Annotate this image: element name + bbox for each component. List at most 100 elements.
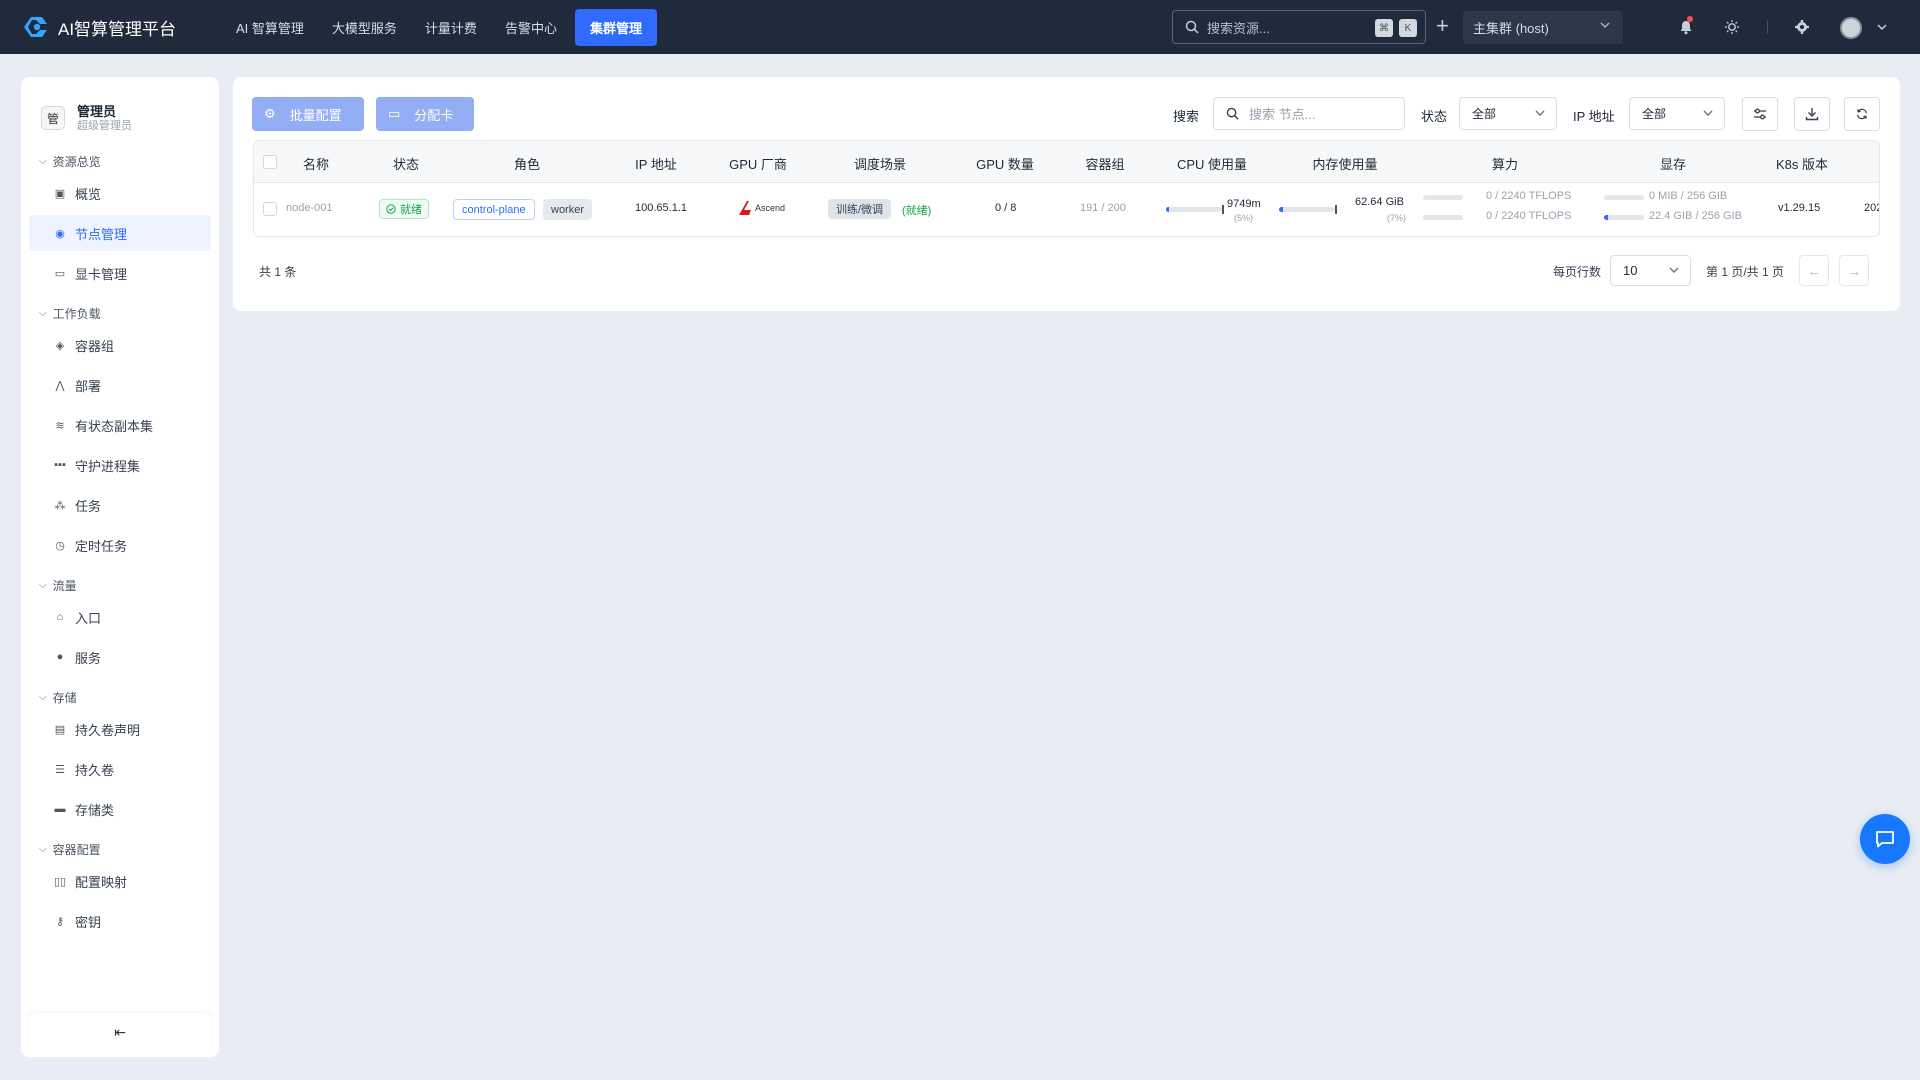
topnav-ai-compute[interactable]: AI 智算管理 [222,10,318,45]
sidebar-item-pv[interactable]: ☰ 持久卷 [29,751,211,787]
select-all-checkbox[interactable] [263,155,277,169]
nav-group-title[interactable]: ⌵ 流量 [21,575,219,595]
col-pods[interactable]: 容器组 [1085,154,1124,173]
arrow-right-icon: → [1847,262,1861,279]
col-memory[interactable]: 内存使用量 [1312,154,1377,173]
sidebar-item-label: 概览 [75,186,102,202]
col-cpu[interactable]: CPU 使用量 [1177,154,1247,173]
sidebar-item-configmaps[interactable]: ▯▯ 配置映射 [29,863,211,899]
sidebar-item-label: 持久卷声明 [75,722,141,738]
created-at: 202 [1864,202,1879,214]
status-filter-select[interactable]: 全部 [1459,97,1557,130]
node-search-input[interactable]: 搜索 节点... [1213,97,1405,130]
col-scene[interactable]: 调度场景 [854,154,906,173]
theme-sun-icon[interactable] [1722,17,1742,37]
table-row[interactable]: node-001 就绪 control-plane worker 100.65.… [254,184,1879,236]
chevron-down-icon [1535,110,1545,116]
brand[interactable]: AI智算管理平台 [20,14,200,40]
sidebar-collapse-button[interactable]: ⇤ [29,1013,211,1051]
divider [1767,20,1768,34]
node-name[interactable]: node-001 [286,202,333,214]
sidebar-item-overview[interactable]: ▣ 概览 [29,175,211,211]
ip-filter-label: IP 地址 [1573,109,1615,124]
memory-usage-bar [1279,207,1335,212]
ip-filter-select[interactable]: 全部 [1629,97,1725,130]
rows-per-page-select[interactable]: 10 [1610,255,1691,286]
sidebar-item-storageclass[interactable]: ▬ 存储类 [29,791,211,827]
col-ip[interactable]: IP 地址 [635,154,677,173]
topnav-llm-service[interactable]: 大模型服务 [318,10,411,45]
sidebar-item-pods[interactable]: ◈ 容器组 [29,327,211,363]
sidebar-item-deployments[interactable]: ⋀ 部署 [29,367,211,403]
pv-icon: ☰ [55,763,65,776]
topnav-cluster-management[interactable]: 集群管理 [574,8,657,46]
nav-group-resources: ⌵ 资源总览 ▣ 概览 ◉ 节点管理 ▭ 显卡管理 [21,151,219,291]
sidebar-item-services[interactable]: ● 服务 [29,639,211,675]
col-status[interactable]: 状态 [393,154,419,173]
sidebar-item-nodes[interactable]: ◉ 节点管理 [29,215,211,251]
sidebar-item-statefulsets[interactable]: ≋ 有状态副本集 [29,407,211,443]
download-button[interactable] [1794,97,1830,131]
sidebar-item-gpus[interactable]: ▭ 显卡管理 [29,255,211,291]
sidebar-item-daemonsets[interactable]: ▪▪▪ 守护进程集 [29,447,211,483]
chat-support-button[interactable] [1860,814,1910,864]
user-card: 管 管理员 超级管理员 [21,77,219,139]
add-icon[interactable]: + [1436,14,1449,38]
vram-bar-1 [1604,195,1644,200]
refresh-icon [1857,108,1867,120]
chevron-down-icon: ⌵ [39,843,47,855]
col-gpu-count[interactable]: GPU 数量 [976,154,1034,173]
col-role[interactable]: 角色 [514,154,540,173]
dashboard-icon: ▣ [54,187,66,200]
col-vram[interactable]: 显存 [1660,154,1686,173]
column-settings-button[interactable] [1742,97,1778,131]
sidebar-item-label: 守护进程集 [75,458,141,474]
notification-bell-icon[interactable] [1676,16,1696,37]
sidebar-item-pvc[interactable]: ▤ 持久卷声明 [29,711,211,747]
group-label: 资源总览 [52,154,101,169]
sliders-icon [1754,108,1766,120]
cronjob-icon: ◷ [55,539,65,552]
sidebar-item-cronjobs[interactable]: ◷ 定时任务 [29,527,211,563]
sidebar-item-jobs[interactable]: ⁂ 任务 [29,487,211,523]
node-search-placeholder: 搜索 节点... [1249,107,1316,122]
row-checkbox[interactable] [263,202,277,216]
sidebar-item-label: 存储类 [75,802,115,818]
next-page-button[interactable]: → [1839,255,1869,286]
col-gpu-vendor[interactable]: GPU 厂商 [729,154,787,173]
nav-group-title[interactable]: ⌵ 资源总览 [21,151,219,171]
nav-group-workloads: ⌵ 工作负载 ◈ 容器组 ⋀ 部署 ≋ 有状态副本集 ▪▪▪ 守护进程集 ⁂ 任务 ◷ 定时任… [21,303,219,563]
refresh-button[interactable] [1844,97,1880,131]
cpu-usage-percent: (5%) [1234,213,1254,223]
prev-page-button[interactable]: ← [1799,255,1829,286]
cluster-select[interactable]: 主集群 (host) [1463,11,1623,44]
assign-gpu-button[interactable]: ▭ 分配卡 [376,97,474,131]
vram-bar-2 [1604,215,1644,220]
nav-group-storage: ⌵ 存储 ▤ 持久卷声明 ☰ 持久卷 ▬ 存储类 [21,687,219,827]
top-bar: AI智算管理平台 AI 智算管理 大模型服务 计量计费 告警中心 集群管理 搜索… [0,0,1920,54]
status-filter-value: 全部 [1472,107,1497,121]
search-label: 搜索 [1173,109,1200,124]
gpu-vendor-name: Ascend [755,203,786,213]
configmap-icon: ▯▯ [53,875,67,888]
memory-usage-percent: (7%) [1387,213,1407,223]
nav-group-title[interactable]: ⌵ 工作负载 [21,303,219,323]
global-search-input[interactable]: 搜索资源... ⌘ K [1172,10,1426,44]
col-name[interactable]: 名称 [303,154,329,173]
topnav-alerts[interactable]: 告警中心 [491,10,571,45]
batch-config-button[interactable]: ⚙ 批量配置 [252,97,364,131]
settings-gear-icon[interactable] [1792,17,1812,37]
nav-group-title[interactable]: ⌵ 容器配置 [21,839,219,859]
user-avatar[interactable] [1840,17,1862,39]
chat-bubble-icon [1876,831,1894,848]
topnav-billing[interactable]: 计量计费 [411,10,491,45]
sidebar-item-ingress[interactable]: ⌂ 入口 [29,599,211,635]
col-compute[interactable]: 算力 [1492,154,1518,173]
check-circle-icon [386,204,396,214]
sidebar-item-secrets[interactable]: ⚷ 密钥 [29,903,211,939]
nav-group-title[interactable]: ⌵ 存储 [21,687,219,707]
col-k8s-version[interactable]: K8s 版本 [1776,154,1828,173]
chevron-down-icon: ⌵ [39,691,47,703]
memory-usage-marker [1335,205,1337,214]
chevron-down-icon[interactable] [1872,17,1892,37]
